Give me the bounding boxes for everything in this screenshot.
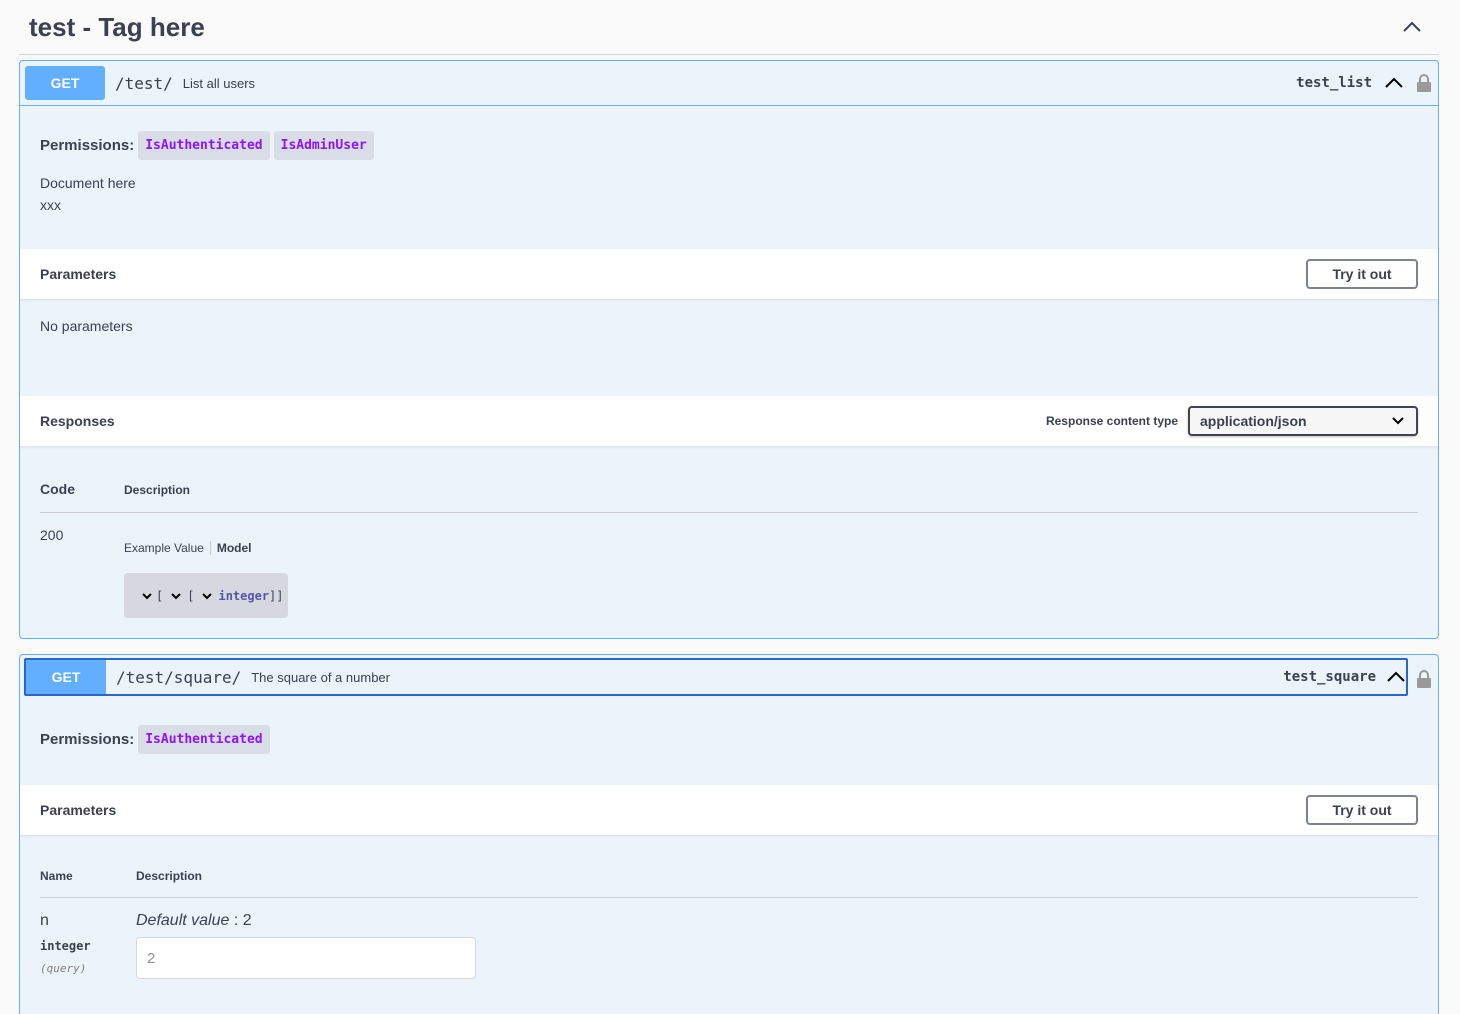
lock-icon[interactable] — [1416, 73, 1432, 93]
opblock-summary[interactable]: GET /test/ List all users test_list — [20, 61, 1438, 106]
method-badge: GET — [26, 660, 106, 694]
chevron-down-icon[interactable] — [169, 589, 183, 603]
model-type: integer — [218, 588, 270, 603]
endpoint-summary: The square of a number — [251, 669, 390, 685]
chevron-up-icon[interactable] — [1386, 667, 1406, 687]
permission-chip: IsAuthenticated — [138, 131, 270, 160]
param-n-input[interactable]: 2 — [136, 937, 476, 979]
description-line: Document here — [40, 175, 136, 191]
code-header: Code — [40, 481, 75, 497]
permissions-row: Permissions: IsAuthenticated — [40, 725, 270, 754]
model-close: ]] — [269, 588, 284, 603]
lock-icon[interactable] — [1416, 669, 1432, 689]
param-location: (query) — [40, 962, 87, 975]
method-badge: GET — [25, 66, 105, 100]
model-bracket: [ — [156, 588, 164, 603]
description-line: xxx — [40, 197, 61, 213]
parameters-title: Parameters — [40, 266, 117, 282]
default-value-number: 2 — [242, 912, 252, 929]
example-model-tabs: Example Value Model — [124, 541, 252, 555]
response-content-type-label: Response content type — [1045, 414, 1178, 428]
opblock-test-list: GET /test/ List all users test_list Perm… — [19, 60, 1439, 639]
permissions-row: Permissions: IsAuthenticated IsAdminUser — [40, 131, 374, 160]
default-value-separator: : — [229, 912, 243, 929]
input-value: 2 — [147, 949, 156, 967]
description-header: Description — [124, 483, 191, 497]
response-code: 200 — [40, 527, 64, 543]
tag-header[interactable]: test - Tag here — [19, 0, 1439, 55]
response-content-type-select[interactable]: application/json — [1188, 406, 1418, 436]
operation-id: test_list — [1296, 75, 1372, 91]
permissions-label: Permissions: — [40, 731, 135, 748]
opblock-test-square: GET /test/square/ The square of a number… — [19, 654, 1439, 1014]
operation-id: test_square — [1283, 669, 1376, 685]
permission-chip: IsAdminUser — [273, 131, 374, 160]
select-value: application/json — [1200, 413, 1307, 429]
default-value-label: Default value — [136, 912, 230, 929]
model-schema: [ [ integer ]] — [124, 573, 288, 618]
chevron-down-icon[interactable] — [140, 589, 154, 603]
endpoint-summary: List all users — [182, 75, 256, 91]
chevron-down-icon — [1392, 417, 1404, 425]
parameters-title: Parameters — [40, 802, 117, 818]
example-value-tab[interactable]: Example Value — [124, 541, 211, 555]
try-it-out-button[interactable]: Try it out — [1306, 259, 1418, 289]
try-it-out-button[interactable]: Try it out — [1306, 795, 1418, 825]
default-value: Default value : 2 — [136, 912, 252, 930]
responses-header: Responses Response content type applicat… — [20, 396, 1438, 447]
param-name: n — [40, 912, 49, 929]
tag-title: test - Tag here — [29, 11, 205, 42]
model-bracket: [ — [187, 588, 195, 603]
model-tab[interactable]: Model — [211, 541, 252, 555]
responses-title: Responses — [40, 413, 115, 429]
no-parameters-text: No parameters — [40, 318, 133, 334]
chevron-up-icon[interactable] — [1397, 12, 1427, 42]
permission-chip: IsAuthenticated — [138, 725, 270, 754]
parameters-header: Parameters Try it out — [20, 249, 1438, 300]
chevron-down-icon[interactable] — [200, 589, 214, 603]
name-header: Name — [40, 869, 73, 883]
divider — [40, 512, 1418, 513]
description-text: Document here xxx — [40, 172, 136, 216]
param-type: integer — [40, 939, 91, 953]
endpoint-path: /test/ — [115, 73, 173, 93]
endpoint-path: /test/square/ — [116, 667, 242, 687]
description-header: Description — [136, 869, 203, 883]
opblock-summary[interactable]: GET /test/square/ The square of a number… — [24, 658, 1408, 696]
permissions-label: Permissions: — [40, 137, 135, 154]
response-content-type: Response content type application/json — [1046, 406, 1418, 436]
chevron-up-icon[interactable] — [1384, 73, 1404, 93]
parameters-header: Parameters Try it out — [20, 785, 1438, 836]
divider — [40, 897, 1418, 898]
